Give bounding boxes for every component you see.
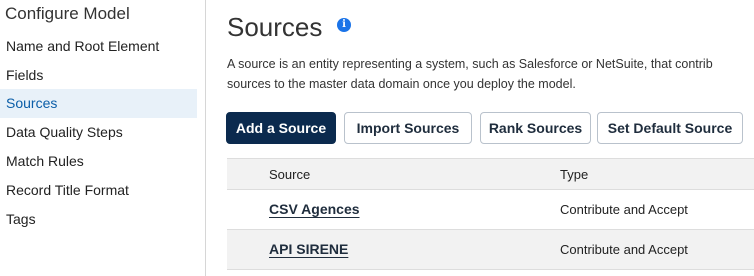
description-line-2: sources to the master data domain once y…	[227, 77, 576, 91]
source-type: Contribute and Accept	[560, 202, 688, 217]
sidebar-item-record-title-format[interactable]: Record Title Format	[0, 176, 197, 205]
set-default-source-button[interactable]: Set Default Source	[597, 112, 743, 144]
info-icon[interactable]: i	[337, 18, 351, 32]
page-description: A source is an entity representing a sys…	[227, 54, 754, 94]
import-sources-button[interactable]: Import Sources	[344, 112, 472, 144]
add-source-button[interactable]: Add a Source	[226, 112, 336, 144]
source-type: Contribute and Accept	[560, 242, 688, 257]
sidebar: Configure Model Name and Root Element Fi…	[0, 0, 206, 276]
table-row: CSV Agences Contribute and Accept	[227, 190, 754, 230]
column-header-type[interactable]: Type	[560, 167, 588, 182]
sidebar-item-sources[interactable]: Sources	[0, 89, 197, 118]
table-row: API SIRENE Contribute and Accept	[227, 230, 754, 270]
page-title: Sources	[227, 12, 323, 42]
source-link[interactable]: API SIRENE	[269, 241, 348, 257]
sources-table: Source Type CSV Agences Contribute and A…	[227, 158, 754, 270]
source-link[interactable]: CSV Agences	[269, 201, 360, 217]
main-content: Sources i A source is an entity represen…	[207, 0, 754, 276]
sidebar-item-match-rules[interactable]: Match Rules	[0, 147, 197, 176]
column-header-source[interactable]: Source	[269, 167, 310, 182]
table-header: Source Type	[227, 158, 754, 190]
rank-sources-button[interactable]: Rank Sources	[480, 112, 591, 144]
sidebar-item-fields[interactable]: Fields	[0, 61, 197, 90]
sidebar-item-data-quality-steps[interactable]: Data Quality Steps	[0, 118, 197, 147]
description-line-1: A source is an entity representing a sys…	[227, 57, 713, 71]
sidebar-item-name-and-root-element[interactable]: Name and Root Element	[0, 32, 197, 61]
sidebar-title: Configure Model	[5, 4, 130, 23]
sidebar-item-tags[interactable]: Tags	[0, 205, 197, 234]
